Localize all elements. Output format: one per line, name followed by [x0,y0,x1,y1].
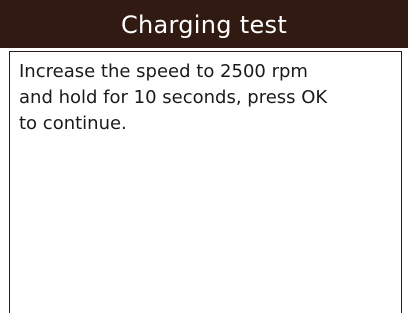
message-panel: Increase the speed to 2500 rpm and hold … [9,51,402,313]
charging-test-screen: Charging test Increase the speed to 2500… [0,0,408,313]
instruction-message: Increase the speed to 2500 rpm and hold … [19,61,328,134]
screen-title: Charging test [120,11,288,39]
screen-title-bar: Charging test [0,0,408,48]
